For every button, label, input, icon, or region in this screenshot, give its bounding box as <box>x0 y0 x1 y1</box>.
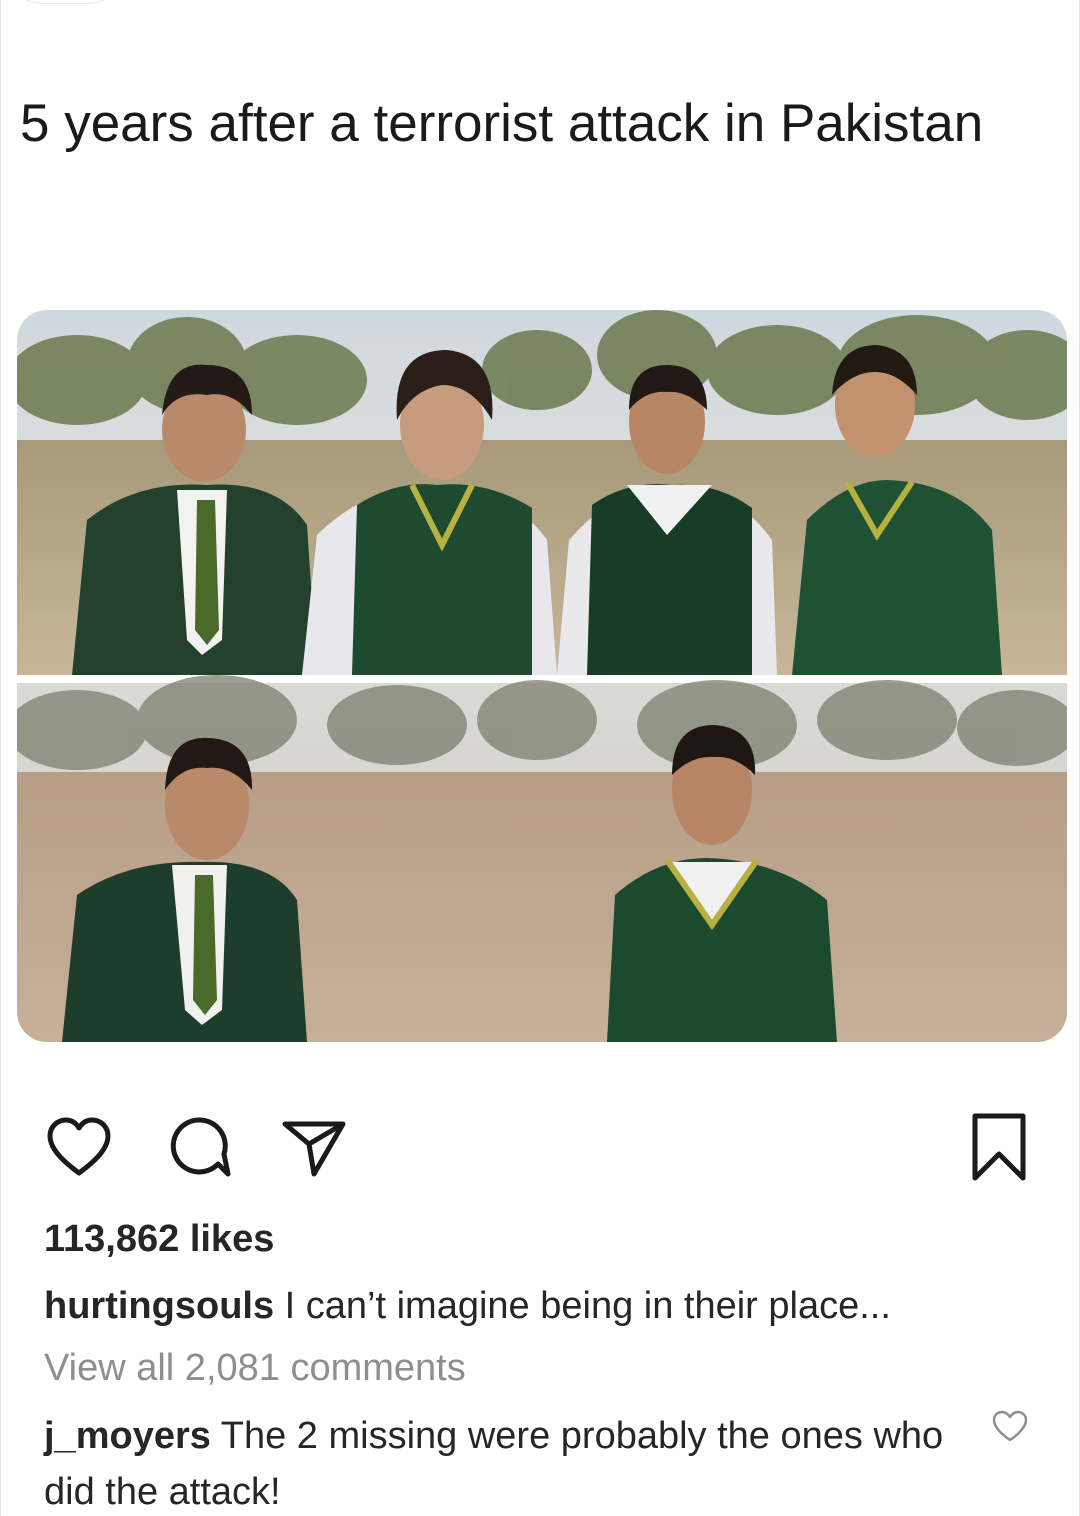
photo-after <box>17 675 1067 1042</box>
post-image[interactable] <box>17 310 1067 1042</box>
share-button[interactable] <box>275 1110 353 1188</box>
caption-text: I can’t imagine being in their place... <box>284 1285 891 1327</box>
bookmark-icon <box>969 1112 1029 1187</box>
post-headline: 5 years after a terrorist attack in Paki… <box>20 94 984 153</box>
caption-username[interactable]: hurtingsouls <box>44 1285 274 1327</box>
like-button[interactable] <box>40 1110 118 1188</box>
action-bar <box>0 1110 1080 1190</box>
heart-icon <box>44 1115 114 1184</box>
save-button[interactable] <box>960 1110 1038 1188</box>
comment-username[interactable]: j_moyers <box>44 1415 211 1457</box>
comment-like-button[interactable] <box>990 1408 1030 1448</box>
post-caption: hurtingsouls I can’t imagine being in th… <box>44 1282 1004 1330</box>
comment-button[interactable] <box>160 1110 238 1188</box>
photo-before <box>17 310 1067 675</box>
small-heart-icon <box>991 1409 1029 1448</box>
top-comment: j_moyers The 2 missing were probably the… <box>44 1408 944 1516</box>
comment-icon <box>166 1114 232 1185</box>
view-all-comments-link[interactable]: View all 2,081 comments <box>44 1347 466 1390</box>
send-icon <box>279 1114 349 1185</box>
avatar-edge <box>0 0 130 4</box>
likes-count[interactable]: 113,862 likes <box>44 1218 274 1261</box>
